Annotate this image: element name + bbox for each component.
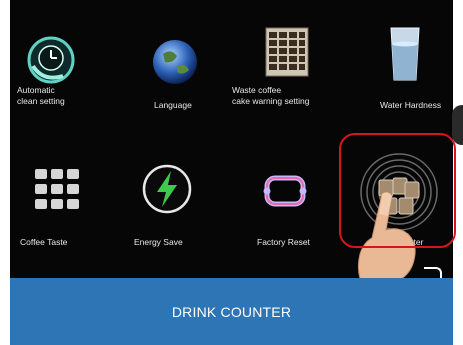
tile-automatic-clean-setting[interactable]: Automatic clean setting <box>15 22 125 142</box>
tile-factory-reset[interactable]: Factory Reset <box>235 150 345 270</box>
scroll-indicator-icon <box>424 267 442 278</box>
globe-icon <box>147 34 203 90</box>
banner-label: DRINK COUNTER <box>171 303 292 320</box>
tile-label: Language <box>154 100 192 110</box>
drink-counter-highlight <box>339 133 456 248</box>
tile-language[interactable]: Language <box>125 22 235 142</box>
reset-frame-icon <box>257 164 313 220</box>
caption-banner: DRINK COUNTER <box>10 278 453 345</box>
side-scroll-handle[interactable] <box>452 105 463 145</box>
tile-coffee-taste[interactable]: Coffee Taste <box>15 150 125 270</box>
tile-label: Automatic clean setting <box>17 85 65 106</box>
tile-label: Water Hardness <box>380 100 442 110</box>
tile-energy-save[interactable]: Energy Save <box>125 150 235 270</box>
tile-waste-coffee-cake-warning[interactable]: Waste coffee cake warning setting <box>232 22 345 142</box>
tile-water-hardness[interactable]: Water Hardness <box>345 22 453 142</box>
coffee-grounds-bin-icon <box>260 24 316 80</box>
tile-label: Energy Save <box>134 237 183 247</box>
tile-label: Waste coffee cake warning setting <box>232 85 310 106</box>
clean-clock-icon <box>23 32 79 88</box>
keypad-grid-icon <box>31 165 87 221</box>
tile-label: Factory Reset <box>257 237 310 247</box>
tile-label: Coffee Taste <box>20 237 68 247</box>
lightning-icon <box>139 161 195 217</box>
water-glass-icon <box>379 26 435 82</box>
